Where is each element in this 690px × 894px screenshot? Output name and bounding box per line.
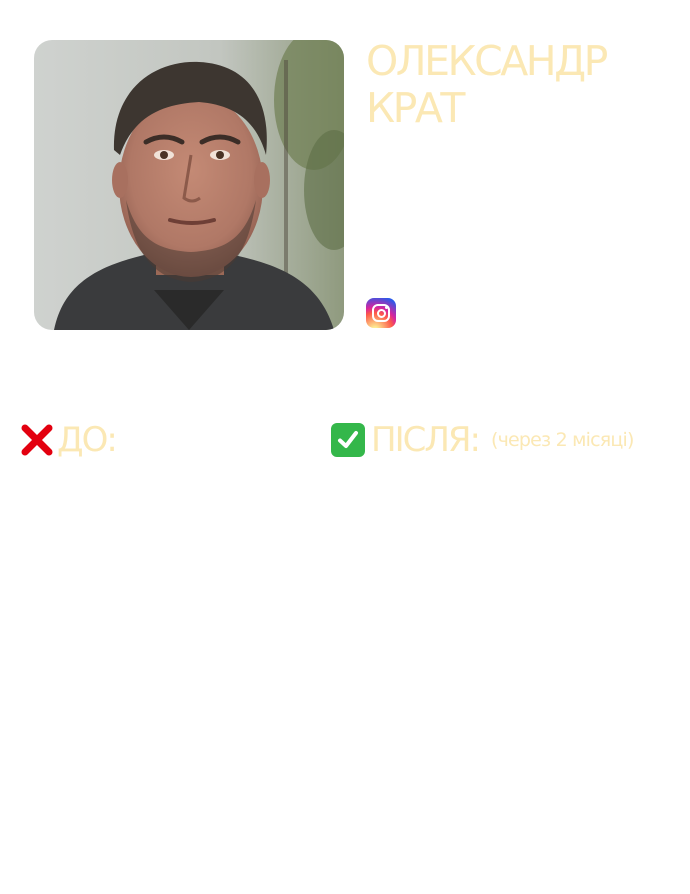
instagram-lens [376, 308, 386, 318]
instagram-icon[interactable] [366, 298, 396, 328]
before-heading: ДО: [19, 418, 118, 462]
after-label: ПІСЛЯ: [371, 420, 481, 460]
check-mark-glyph [338, 431, 358, 448]
instagram-dot [385, 306, 388, 309]
portrait-illustration [34, 40, 344, 330]
person-first-name: ОЛЕКСАНДР [366, 37, 608, 85]
profile-photo [34, 40, 344, 330]
cross-mark-icon [21, 424, 53, 456]
person-name: ОЛЕКСАНДР КРАТ [366, 38, 676, 132]
check-mark-button-icon [331, 423, 365, 457]
after-note: (через 2 місяці) [490, 429, 634, 451]
before-label: ДО: [57, 420, 118, 460]
person-last-name: КРАТ [366, 84, 465, 132]
after-heading: ПІСЛЯ: (через 2 місяці) [331, 418, 634, 462]
